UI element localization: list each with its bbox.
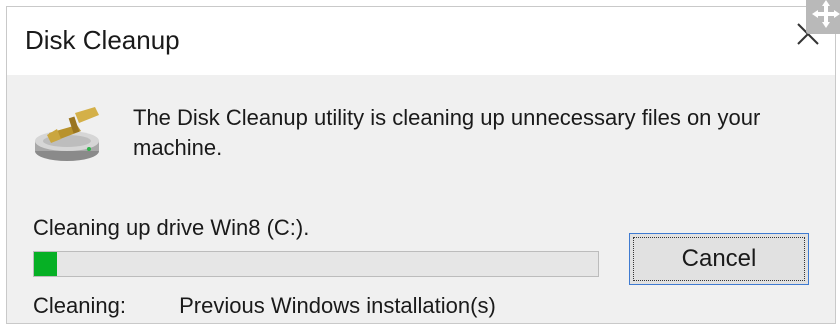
cleaning-item: Previous Windows installation(s) (179, 293, 496, 318)
cancel-button-label: Cancel (681, 245, 757, 272)
move-handle[interactable] (806, 0, 840, 34)
progress-bar-fill (34, 252, 57, 276)
progress-status-text: Cleaning up drive Win8 (C:). (33, 215, 310, 240)
title-bar[interactable]: Disk Cleanup (7, 7, 835, 75)
dialog-body: The Disk Cleanup utility is cleaning up … (7, 75, 835, 325)
disk-cleanup-broom-drive-icon (31, 103, 107, 167)
cleanup-progress-bar (33, 251, 599, 277)
move-arrows-icon (812, 0, 840, 28)
cancel-button[interactable]: Cancel (629, 233, 809, 285)
window-title: Disk Cleanup (25, 25, 180, 55)
cleaning-label: Cleaning: (33, 293, 126, 318)
disk-cleanup-dialog: Disk Cleanup The Disk Cleanup utility is (6, 6, 836, 324)
cleaning-row: Cleaning: Previous Windows installation(… (33, 293, 496, 319)
cleanup-message: The Disk Cleanup utility is cleaning up … (133, 105, 761, 160)
